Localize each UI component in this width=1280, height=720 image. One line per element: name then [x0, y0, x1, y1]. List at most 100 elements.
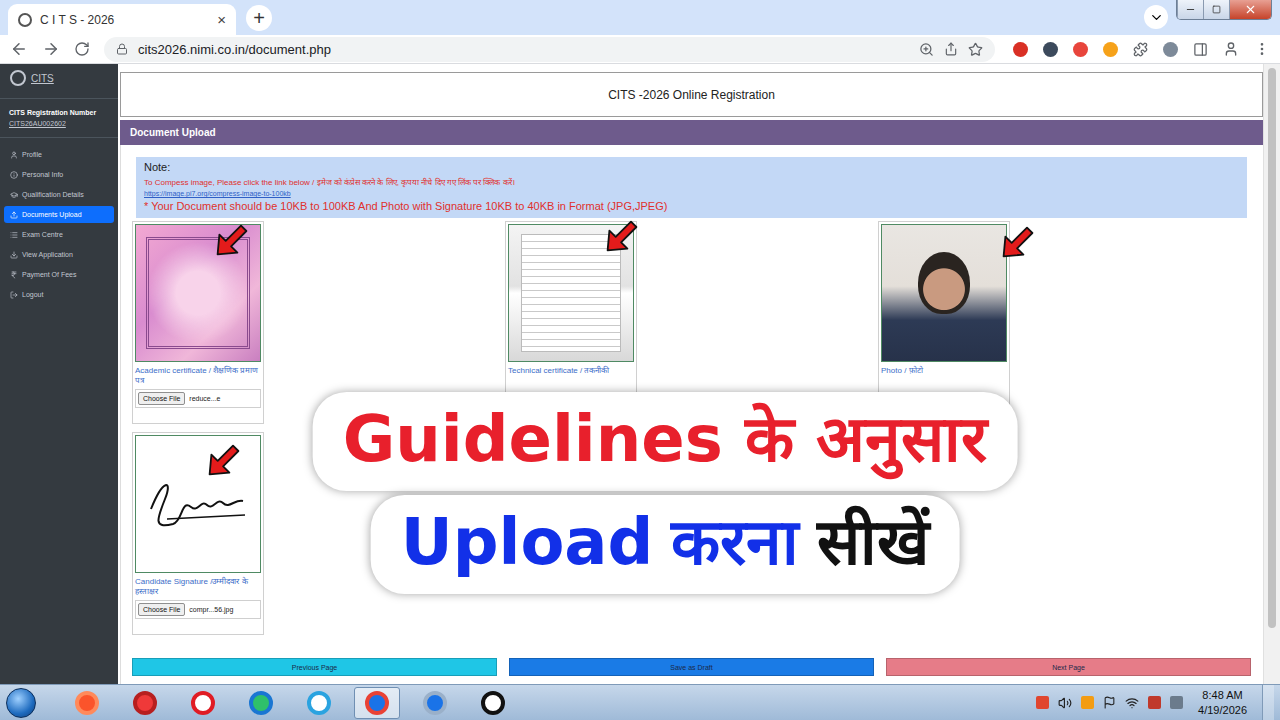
- sidebar-item[interactable]: View Application: [4, 246, 114, 263]
- form-button[interactable]: Save as Draft: [509, 658, 874, 676]
- photo-figure: [918, 252, 970, 314]
- nav-icon: [10, 211, 18, 219]
- reload-button[interactable]: [74, 41, 90, 57]
- back-button[interactable]: [10, 40, 28, 58]
- taskbar-app[interactable]: [122, 687, 168, 719]
- minimize-button[interactable]: [1177, 0, 1203, 19]
- red-arrow-icon: [604, 218, 640, 254]
- url: cits2026.nimi.co.in/document.php: [138, 42, 909, 57]
- forward-button[interactable]: [42, 40, 60, 58]
- browser-tab[interactable]: C I T S - 2026×: [8, 4, 236, 35]
- taskbar-app[interactable]: [296, 687, 342, 719]
- tray-app-icon[interactable]: [1170, 696, 1183, 709]
- compress-link[interactable]: https://image.pi7.org/compress-image-to-…: [144, 190, 1239, 197]
- taskbar-app[interactable]: [64, 687, 110, 719]
- caption-line: Uploadकरनासीखें: [371, 495, 960, 594]
- menu-icon[interactable]: [1254, 41, 1270, 57]
- document-label: Photo / फ़ोटो: [881, 366, 1007, 376]
- show-desktop-button[interactable]: [1262, 685, 1274, 720]
- sidebar-item[interactable]: Profile: [4, 146, 114, 163]
- tray-app-icon[interactable]: [1036, 696, 1049, 709]
- sidebar-item[interactable]: Qualification Details: [4, 186, 114, 203]
- window-controls: [1176, 0, 1272, 20]
- taskbar-app[interactable]: [470, 687, 516, 719]
- extension-icon[interactable]: [1013, 42, 1028, 57]
- sidebar-item[interactable]: Personal Info: [4, 166, 114, 183]
- nav-icon: [10, 271, 18, 279]
- choose-file-button[interactable]: Choose File: [138, 603, 185, 616]
- tab-search-button[interactable]: [1144, 5, 1168, 29]
- signature-scribble-icon: [143, 469, 253, 539]
- new-tab-button[interactable]: +: [246, 5, 272, 31]
- star-icon[interactable]: [968, 42, 983, 57]
- file-input[interactable]: Choose File compr...56.jpg: [135, 600, 261, 619]
- red-arrow-icon: [1000, 224, 1036, 260]
- form-button[interactable]: Next Page: [886, 658, 1251, 676]
- registration-number[interactable]: CITS26AU002602: [9, 120, 109, 127]
- taskbar-app[interactable]: [180, 687, 226, 719]
- side-panel-icon[interactable]: [1193, 42, 1208, 57]
- taskbar-app[interactable]: [412, 687, 458, 719]
- maximize-button[interactable]: [1203, 0, 1229, 19]
- close-button[interactable]: [1229, 0, 1271, 19]
- form-button[interactable]: Previous Page: [132, 658, 497, 676]
- file-input[interactable]: Choose Filereduce...e: [135, 389, 261, 408]
- brand[interactable]: CITS: [0, 70, 118, 99]
- nav-icon: [10, 251, 18, 259]
- share-icon[interactable]: [944, 42, 958, 56]
- close-icon: [1244, 3, 1257, 16]
- extension-icon[interactable]: [1043, 42, 1058, 57]
- system-tray: 8:48 AM4/19/2026: [1036, 685, 1274, 720]
- taskbar-app[interactable]: [238, 687, 284, 719]
- scroll-thumb[interactable]: [1268, 68, 1276, 628]
- red-arrow-icon: [214, 222, 250, 258]
- choose-file-button[interactable]: Choose File: [138, 392, 185, 405]
- browser-toolbar: cits2026.nimi.co.in/document.php: [0, 35, 1280, 64]
- file-name: compr...56.jpg: [189, 606, 233, 613]
- tray-app-icon[interactable]: [1148, 696, 1161, 709]
- network-icon[interactable]: [1125, 696, 1139, 710]
- arrow-right-icon: [42, 40, 60, 58]
- scrollbar[interactable]: [1263, 64, 1280, 684]
- document-preview: [135, 224, 261, 362]
- volume-icon[interactable]: [1058, 696, 1072, 710]
- arrow-left-icon: [10, 40, 28, 58]
- document-preview: [135, 435, 261, 573]
- clock-time: 8:48 AM: [1202, 688, 1242, 702]
- tray-app-icon[interactable]: [1081, 696, 1094, 709]
- sidebar-item[interactable]: Payment Of Fees: [4, 266, 114, 283]
- caption-line: Guidelines के अनुसार: [313, 392, 1018, 491]
- flag-icon[interactable]: [1103, 696, 1116, 709]
- address-bar[interactable]: cits2026.nimi.co.in/document.php: [104, 37, 995, 62]
- start-button[interactable]: [6, 688, 36, 718]
- brand-text: CITS: [31, 73, 54, 84]
- clock-date: 4/19/2026: [1198, 703, 1247, 717]
- clock[interactable]: 8:48 AM4/19/2026: [1192, 688, 1253, 717]
- app-icon: [75, 691, 99, 715]
- reload-icon: [74, 41, 90, 57]
- tab-close[interactable]: ×: [217, 12, 226, 27]
- document-card: Academic certificate / शैक्षणिक प्रमाण प…: [132, 221, 264, 424]
- document-card: Candidate Signature /उम्मीदवार के हस्ताक…: [132, 432, 264, 635]
- extension-icon[interactable]: [1073, 42, 1088, 57]
- page-header: CITS -2026 Online Registration: [120, 72, 1263, 117]
- sidebar-item[interactable]: Logout: [4, 286, 114, 303]
- profile-icon[interactable]: [1223, 41, 1239, 57]
- app-icon: [133, 691, 157, 715]
- zoom-icon[interactable]: [919, 42, 934, 57]
- sidebar-item[interactable]: Exam Centre: [4, 226, 114, 243]
- sidebar-item[interactable]: Documents Upload: [4, 206, 114, 223]
- taskbar-app[interactable]: [354, 687, 400, 719]
- note-text: To Compess image, Please click the link …: [144, 176, 1239, 187]
- chevron-down-icon: [1149, 10, 1164, 25]
- puzzle-icon[interactable]: [1133, 42, 1148, 57]
- caption-word: करना: [671, 501, 799, 584]
- extension-icon[interactable]: [1163, 42, 1178, 57]
- caption-word: सीखें: [817, 501, 929, 584]
- extension-icon[interactable]: [1103, 42, 1118, 57]
- app-icon: [481, 691, 505, 715]
- red-arrow-icon: [206, 442, 242, 478]
- extensions: [1013, 41, 1270, 57]
- note-title: Note:: [144, 161, 1239, 173]
- registration-label: CITS Registration Number: [9, 109, 109, 116]
